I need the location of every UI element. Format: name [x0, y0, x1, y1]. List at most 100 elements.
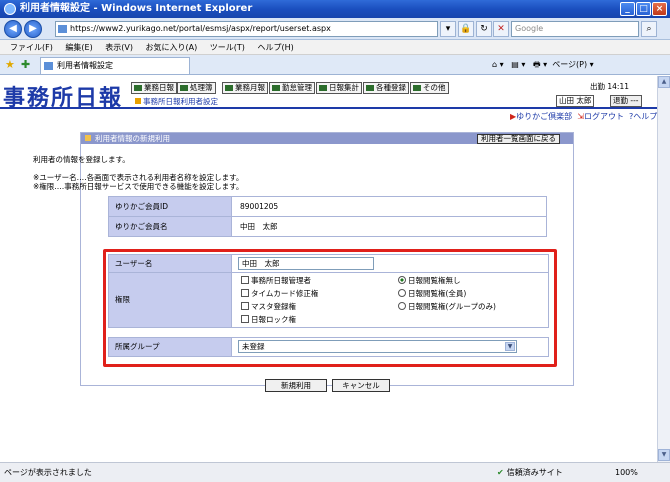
group-label: 所属グループ: [108, 337, 232, 357]
checkbox-box: [241, 315, 249, 323]
minimize-button[interactable]: _: [620, 2, 635, 16]
radio-view-all[interactable]: 日報閲覧権(全員): [398, 289, 466, 299]
book-icon: [180, 85, 188, 91]
submit-button[interactable]: 新規利用: [265, 379, 327, 392]
clock-icon: [272, 85, 280, 91]
zoom-level[interactable]: 100%: [615, 463, 638, 482]
address-url: https://www2.yurikago.net/portal/esmsj/a…: [70, 24, 331, 33]
radio-circle: [398, 289, 406, 297]
nav-report-summary[interactable]: 日報集計: [316, 82, 362, 94]
help-link[interactable]: ヘルプ: [633, 112, 657, 121]
nav-process-book[interactable]: 処理簿: [177, 82, 216, 94]
stop-button[interactable]: ✕: [493, 21, 509, 37]
dropdown-chevron-icon[interactable]: ▾: [440, 21, 456, 37]
other-icon: [413, 85, 421, 91]
back-button[interactable]: ◀: [4, 20, 22, 38]
page-subtitle: 事務所日報利用者設定: [135, 96, 218, 107]
table-row: ゆりかご会員ID 89001205: [108, 196, 547, 217]
nav-attendance[interactable]: 勤怠管理: [269, 82, 315, 94]
window-titlebar: 利用者情報設定 - Windows Internet Explorer _ □ …: [0, 0, 670, 18]
vertical-scrollbar[interactable]: ▲ ▼: [657, 76, 670, 462]
radio-view-group[interactable]: 日報閲覧権(グループのみ): [398, 302, 496, 312]
address-toolbar: ◀ ▶ https://www2.yurikago.net/portal/esm…: [0, 18, 670, 40]
menu-file[interactable]: ファイル(F): [10, 43, 53, 52]
member-name-value: 中田 太郎: [231, 216, 547, 237]
checkbox-timecard-edit-label: タイムカード修正権: [251, 289, 319, 298]
checkbox-report-lock[interactable]: 日報ロック権: [241, 315, 296, 325]
menu-favorites[interactable]: お気に入り(A): [146, 43, 198, 52]
radio-no-view-label: 日報閲覧権無し: [408, 276, 461, 285]
list-icon: [366, 85, 374, 91]
username-input[interactable]: 中田 太郎: [238, 257, 374, 270]
back-to-list-button[interactable]: 利用者一覧画面に戻る: [477, 134, 560, 144]
forward-button[interactable]: ▶: [24, 20, 42, 38]
group-select-value: 未登録: [242, 342, 265, 351]
header-links: ▶ゆりかご倶楽部 ⇲ログアウト ?ヘルプ: [510, 111, 657, 122]
nav-registration[interactable]: 各種登録: [363, 82, 409, 94]
checkbox-timecard-edit[interactable]: タイムカード修正権: [241, 289, 318, 299]
radio-view-all-label: 日報閲覧権(全員): [408, 289, 467, 298]
leave-button[interactable]: 退勤 ---: [610, 95, 642, 107]
ie-logo-icon: [4, 3, 16, 15]
radio-circle: [398, 302, 406, 310]
refresh-button[interactable]: ↻: [476, 21, 492, 37]
clock-in-time: 出勤 14:11: [590, 82, 629, 91]
radio-circle: [398, 276, 406, 284]
nav-attendance-label: 勤怠管理: [282, 83, 312, 92]
nav-report-summary-label: 日報集計: [329, 83, 359, 92]
report-icon: [134, 85, 142, 91]
maximize-button[interactable]: □: [636, 2, 651, 16]
search-input[interactable]: Google: [511, 21, 639, 37]
page-icon: [58, 25, 67, 33]
header-divider: [0, 107, 657, 109]
nav-daily-report-label: 業務日報: [144, 83, 174, 92]
menu-view[interactable]: 表示(V): [105, 43, 133, 52]
member-id-label: ゆりかご会員ID: [108, 196, 232, 217]
page-icon: [44, 62, 53, 70]
add-favorites-icon[interactable]: ✚: [21, 58, 30, 71]
checkbox-box: [241, 276, 249, 284]
page-content: 事務所日報 業務日報 処理簿 業務月報 勤怠管理 日報集計 各種登録 その他 事…: [0, 76, 657, 462]
checkbox-master-register[interactable]: マスタ登録権: [241, 302, 296, 312]
page-menu-label: ページ(P) ▾: [552, 60, 594, 69]
status-bar: ページが表示されました 信頼済みサイト 100%: [0, 462, 670, 482]
page-menu[interactable]: ⌂ ▾ ▤ ▾ 🖶 ▾ ページ(P) ▾: [492, 59, 594, 73]
chevron-down-icon[interactable]: ▼: [505, 342, 515, 351]
cancel-button[interactable]: キャンセル: [332, 379, 390, 392]
intro-text: 利用者の情報を登録します。: [33, 155, 130, 164]
scroll-down-icon[interactable]: ▼: [658, 449, 670, 461]
browser-tab[interactable]: 利用者情報設定: [40, 57, 190, 74]
nav-monthly-report-label: 業務月報: [235, 83, 265, 92]
scroll-up-icon[interactable]: ▲: [658, 76, 670, 88]
search-icon[interactable]: ⌕: [641, 21, 657, 37]
nav-daily-report[interactable]: 業務日報: [131, 82, 177, 94]
radio-no-view[interactable]: 日報閲覧権無し: [398, 276, 461, 286]
menu-tools[interactable]: ツール(T): [210, 43, 245, 52]
menu-edit[interactable]: 編集(E): [65, 43, 92, 52]
menu-bar: ファイル(F) 編集(E) 表示(V) お気に入り(A) ツール(T) ヘルプ(…: [0, 40, 670, 55]
window-title: 利用者情報設定 - Windows Internet Explorer: [20, 3, 253, 14]
nav-other-label: その他: [423, 83, 446, 92]
nav-other[interactable]: その他: [410, 82, 449, 94]
nav-monthly-report[interactable]: 業務月報: [222, 82, 268, 94]
logout-link[interactable]: ログアウト: [584, 112, 624, 121]
logout-icon: ⇲: [577, 112, 584, 121]
calendar-icon: [225, 85, 233, 91]
address-bar[interactable]: https://www2.yurikago.net/portal/esmsj/a…: [55, 21, 438, 37]
security-zone: 信頼済みサイト: [497, 463, 563, 482]
checkbox-report-lock-label: 日報ロック権: [251, 315, 296, 324]
checkbox-office-admin[interactable]: 事務所日報管理者: [241, 276, 311, 286]
club-link[interactable]: ゆりかご倶楽部: [516, 112, 572, 121]
note-permission: ※権限‥‥事務所日報サービスで使用できる機能を設定します。: [33, 182, 244, 191]
checkbox-box: [241, 289, 249, 297]
checkbox-office-admin-label: 事務所日報管理者: [251, 276, 311, 285]
lock-icon[interactable]: 🔒: [458, 21, 474, 37]
member-name-label: ゆりかご会員名: [108, 216, 232, 237]
group-select[interactable]: 未登録 ▼: [238, 340, 517, 353]
tab-title: 利用者情報設定: [57, 61, 113, 70]
close-window-button[interactable]: ×: [652, 2, 667, 16]
menu-help[interactable]: ヘルプ(H): [257, 43, 293, 52]
tab-bar: ★ ✚ 利用者情報設定 ⌂ ▾ ▤ ▾ 🖶 ▾ ページ(P) ▾: [0, 55, 670, 75]
favorites-star-icon[interactable]: ★: [5, 58, 15, 71]
nav-process-book-label: 処理簿: [190, 83, 213, 92]
